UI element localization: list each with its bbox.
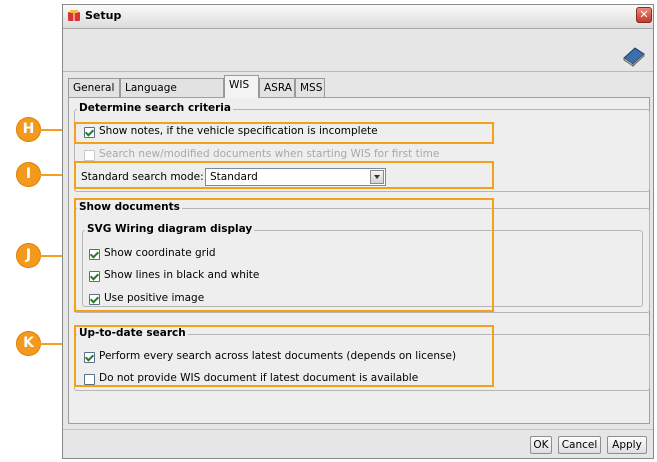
help-book-icon[interactable] [621, 44, 647, 68]
tab-mss[interactable]: MSS [295, 78, 325, 97]
search-new-checkbox [84, 150, 95, 161]
bottom-separator [63, 429, 653, 430]
highlight-box-k [74, 325, 494, 387]
highlight-box-h [74, 122, 494, 144]
search-new-label: Search new/modified documents when start… [99, 148, 440, 160]
highlight-box-i [74, 161, 494, 189]
ok-button[interactable]: OK [530, 436, 552, 454]
apply-button[interactable]: Apply [607, 436, 647, 454]
app-icon [68, 10, 80, 21]
tab-general[interactable]: General [68, 78, 120, 97]
tab-language-selection[interactable]: Language selection [120, 78, 224, 112]
setup-dialog: Setup ✕ General Language selection WIS A… [62, 4, 654, 459]
callout-marker-j: J [16, 243, 41, 268]
tab-wis[interactable]: WIS [224, 75, 259, 98]
callout-marker-h: H [16, 117, 41, 142]
callout-marker-k: K [16, 331, 41, 356]
search-criteria-title: Determine search criteria [77, 102, 233, 114]
callout-marker-i: I [16, 162, 41, 187]
tab-asra[interactable]: ASRA [259, 78, 295, 97]
title-bar: Setup ✕ [63, 5, 653, 29]
close-button[interactable]: ✕ [636, 7, 652, 23]
highlight-box-j [74, 198, 494, 312]
toolbar-separator [63, 71, 653, 72]
window-title: Setup [85, 9, 122, 22]
cancel-button[interactable]: Cancel [558, 436, 601, 454]
